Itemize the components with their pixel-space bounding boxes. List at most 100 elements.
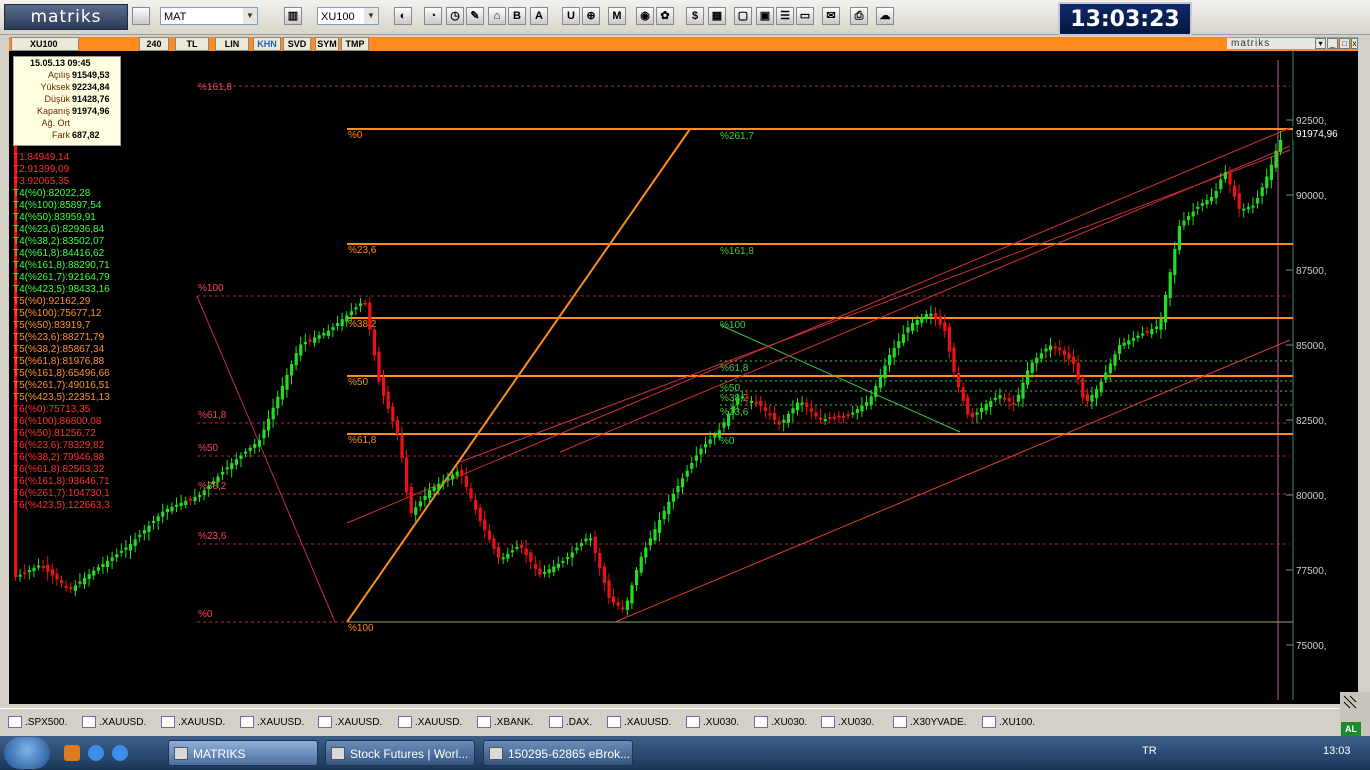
sheet-tab[interactable]: .XAUUSD. xyxy=(607,715,671,731)
level-label: T4(%423,5):98433,16 xyxy=(13,284,110,295)
bar-chart-icon[interactable]: ▥ xyxy=(284,7,302,25)
minimize-icon[interactable]: _ xyxy=(1327,38,1338,49)
u-icon[interactable]: U xyxy=(562,7,580,25)
candle-body xyxy=(363,302,367,305)
candle-body xyxy=(1200,203,1204,206)
main-toolbar: matriks MAT ▼ XU100 ▼ ▥ ◐ ◔ ◷ ✎ ⌂ B A U ⊕ M ◉ ✿ $ ▦ ▢ ▣ ☰… xyxy=(0,0,1370,36)
candle-body xyxy=(708,439,712,444)
sheet-tab[interactable]: .XU030. xyxy=(686,715,739,731)
sheet-tab[interactable]: .XAUUSD. xyxy=(318,715,382,731)
sheet-tab[interactable]: .XAUUSD. xyxy=(161,715,225,731)
start-button[interactable] xyxy=(4,737,50,769)
price-chart[interactable]: 92500, 90000, 87500, 85000, 82500, 80000, 7750… xyxy=(9,51,1358,704)
chart-symbol-tab[interactable]: XU100 xyxy=(11,37,79,51)
flower-icon[interactable]: ✿ xyxy=(656,7,674,25)
fib-label-green: %161,8 xyxy=(720,246,754,257)
candle-body xyxy=(400,435,404,458)
tray-clock[interactable]: 13:03 xyxy=(1323,745,1351,757)
candle-body xyxy=(989,400,993,408)
chevron-down-icon[interactable]: ▼ xyxy=(243,8,257,24)
task-matriks[interactable]: MATRIKS xyxy=(168,740,318,766)
language-indicator[interactable]: TR xyxy=(1142,745,1157,757)
printer-icon[interactable]: ⎙ xyxy=(850,7,868,25)
chart-tab-sym[interactable]: SYM xyxy=(315,37,339,51)
resize-grip-icon[interactable] xyxy=(1340,692,1370,722)
pie-chart-icon[interactable]: ◐ xyxy=(394,7,412,25)
sheet-tab[interactable]: .XBANK. xyxy=(477,715,533,731)
candle-body xyxy=(547,569,551,574)
task-ebroker[interactable]: 150295-62865 eBrok... xyxy=(483,740,633,766)
ie-icon[interactable] xyxy=(112,745,128,761)
chevron-down-icon[interactable]: ▼ xyxy=(364,8,378,24)
house-icon[interactable]: ⌂ xyxy=(488,7,506,25)
candle-body xyxy=(993,397,997,400)
sheet-tab[interactable]: .XU030. xyxy=(821,715,874,731)
candle-body xyxy=(331,327,335,331)
fib-label-green: %100 xyxy=(720,320,746,331)
sheet-tab[interactable]: .XAUUSD. xyxy=(240,715,304,731)
ie-icon[interactable] xyxy=(88,745,104,761)
candle-body xyxy=(354,307,358,310)
network-icon[interactable]: ⊕ xyxy=(582,7,600,25)
gauge-icon[interactable]: ◔ xyxy=(424,7,442,25)
symbol-combo[interactable]: MAT ▼ xyxy=(160,7,258,25)
sheet-tab[interactable]: .SPX500. xyxy=(8,715,67,731)
paint-icon[interactable]: ✎ xyxy=(466,7,484,25)
mail-icon[interactable]: ✉ xyxy=(822,7,840,25)
index-combo[interactable]: XU100 ▼ xyxy=(317,7,379,25)
candle-body xyxy=(441,480,445,484)
news-icon[interactable]: ☰ xyxy=(776,7,794,25)
sheet-tab[interactable]: .XU100. xyxy=(982,715,1035,731)
m-icon[interactable]: M xyxy=(608,7,626,25)
chart-tab-svd[interactable]: SVD xyxy=(283,37,311,51)
chart-tab-tl[interactable]: TL xyxy=(175,37,209,51)
sheet-tab[interactable]: .XU030. xyxy=(754,715,807,731)
sheet-tab[interactable]: .XAUUSD. xyxy=(398,715,462,731)
candle-body xyxy=(566,557,570,559)
candle-body xyxy=(1150,328,1154,335)
task-stock-futures[interactable]: Stock Futures | Worl... xyxy=(325,740,475,766)
candle-body xyxy=(46,564,50,572)
chart-tab-tmp[interactable]: TMP xyxy=(341,37,369,51)
candle-body xyxy=(713,434,717,438)
candle-body xyxy=(731,406,735,414)
chart-tab-lin[interactable]: LIN xyxy=(215,37,249,51)
sheet-tab[interactable]: .XAUUSD. xyxy=(82,715,146,731)
candle-body xyxy=(1099,381,1103,393)
candle-body xyxy=(506,553,510,559)
maximize-icon[interactable]: □ xyxy=(1339,38,1350,49)
briefcase-icon[interactable]: ▣ xyxy=(756,7,774,25)
save-icon[interactable] xyxy=(132,7,150,25)
fib-label-red: %61,8 xyxy=(198,410,227,421)
clock-icon[interactable]: ◷ xyxy=(446,7,464,25)
candle-body xyxy=(947,326,951,352)
window-icon[interactable]: ▢ xyxy=(734,7,752,25)
sheet-tab[interactable]: .DAX. xyxy=(549,715,592,731)
fib-label-orange: %50 xyxy=(348,377,368,388)
chart-tab-khn[interactable]: KHN xyxy=(253,37,281,51)
al-badge[interactable]: AL xyxy=(1341,722,1361,736)
a-icon[interactable]: A xyxy=(530,7,548,25)
candle-body xyxy=(478,507,482,522)
b-icon[interactable]: B xyxy=(508,7,526,25)
info-row: Yüksek 92234,84 xyxy=(14,82,120,93)
candle-body xyxy=(828,417,832,420)
chart-tab-240[interactable]: 240 xyxy=(139,37,169,51)
candle-body xyxy=(920,317,924,323)
candle-body xyxy=(133,539,137,546)
chart-icon xyxy=(161,716,175,729)
y-tick-label: 90000, xyxy=(1296,191,1327,202)
chart-canvas[interactable]: 92500, 90000, 87500, 85000, 82500, 80000, 7750… xyxy=(9,51,1358,704)
monitor-icon[interactable]: ▭ xyxy=(796,7,814,25)
explorer-icon[interactable] xyxy=(64,745,80,761)
candle-body xyxy=(290,364,294,376)
eye-icon[interactable]: ◉ xyxy=(636,7,654,25)
level-label: T6(%100):86800,08 xyxy=(13,416,102,427)
stock-icon[interactable]: $ xyxy=(686,7,704,25)
sheet-tab[interactable]: .X30YVADE. xyxy=(893,715,967,731)
dropdown-icon[interactable]: ▾ xyxy=(1315,38,1326,49)
cloud-icon[interactable]: ☁ xyxy=(876,7,894,25)
close-icon[interactable]: x xyxy=(1351,38,1358,49)
candle-body xyxy=(1164,295,1168,323)
table-icon[interactable]: ▦ xyxy=(708,7,726,25)
